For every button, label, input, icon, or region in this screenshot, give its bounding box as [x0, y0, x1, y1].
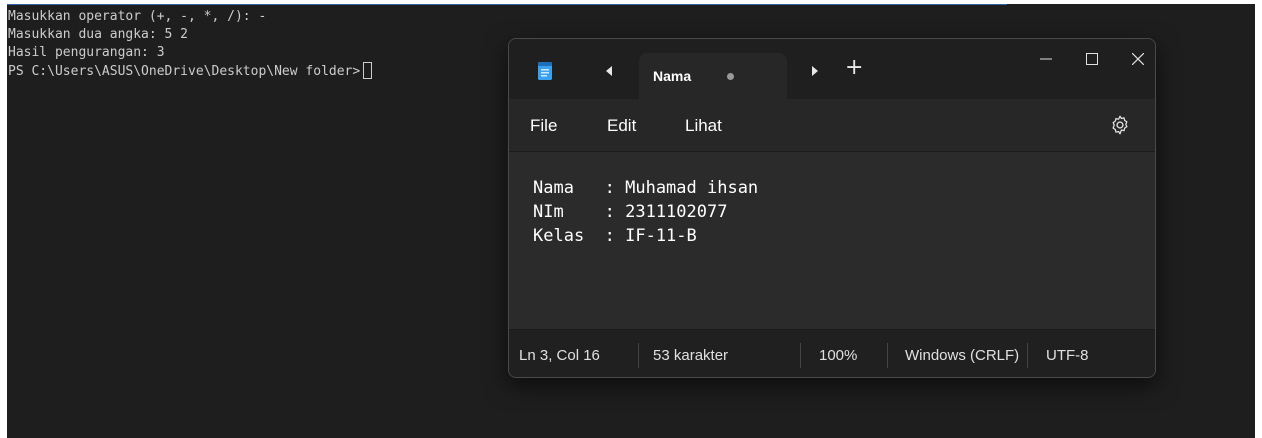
maximize-button[interactable] [1069, 39, 1115, 79]
menu-file[interactable]: File [530, 116, 557, 136]
title-bar[interactable]: Nama + [509, 39, 1155, 99]
maximize-icon [1086, 53, 1098, 65]
cursor-position[interactable]: Ln 3, Col 16 [519, 347, 600, 364]
close-icon [1132, 53, 1144, 65]
terminal-line: Masukkan operator (+, -, *, /): - [8, 9, 267, 24]
unsaved-indicator-icon [727, 73, 734, 80]
encoding[interactable]: UTF-8 [1046, 347, 1089, 364]
scroll-tabs-right-icon[interactable] [812, 66, 818, 76]
text-editor-area[interactable]: Nama : Muhamad ihsan NIm : 2311102077 Ke… [509, 152, 1155, 329]
settings-gear-icon[interactable] [1109, 114, 1131, 136]
status-divider [887, 343, 888, 368]
new-tab-plus-icon[interactable]: + [845, 55, 863, 81]
editor-line: NIm : 2311102077 [533, 202, 728, 222]
editor-line: Kelas : IF-11-B [533, 226, 697, 246]
editor-line: Nama : Muhamad ihsan [533, 178, 759, 198]
zoom-level[interactable]: 100% [819, 347, 857, 364]
character-count: 53 karakter [653, 347, 729, 364]
minimize-button[interactable] [1023, 39, 1069, 79]
status-bar: Ln 3, Col 16 53 karakter 100% Windows (C… [509, 329, 1155, 377]
terminal-top-border [7, 4, 1007, 5]
tab-title: Nama [653, 68, 692, 84]
notepad-app-icon [538, 62, 552, 80]
status-divider [800, 343, 801, 368]
status-divider [1027, 343, 1028, 368]
menu-edit[interactable]: Edit [607, 116, 636, 136]
minimize-icon [1040, 58, 1052, 60]
terminal-cursor [363, 62, 373, 79]
terminal-prompt: PS C:\Users\ASUS\OneDrive\Desktop\New fo… [8, 64, 361, 79]
menu-view[interactable]: Lihat [685, 116, 722, 136]
line-ending[interactable]: Windows (CRLF) [905, 347, 1020, 364]
menu-bar: File Edit Lihat [509, 99, 1155, 152]
scroll-tabs-left-icon[interactable] [606, 66, 612, 76]
tab-nama[interactable]: Nama [639, 53, 787, 99]
notepad-window: Nama + File Edit Lihat Nama : Muhamad ih… [508, 38, 1156, 378]
close-button[interactable] [1115, 39, 1155, 79]
status-divider [638, 343, 639, 368]
